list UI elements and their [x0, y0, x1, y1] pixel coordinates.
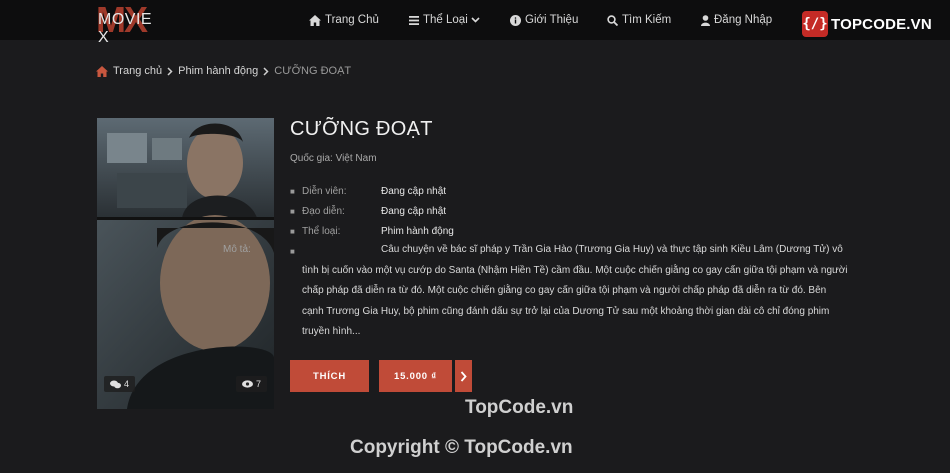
nav-label-categories: Thể Loại	[423, 14, 468, 26]
nav-item-search[interactable]: Tìm Kiếm	[607, 0, 671, 40]
movie-description: Mô tả: Câu chuyện về bác sĩ pháp y Trần …	[223, 240, 850, 343]
detail-label: Thể loại:	[302, 226, 341, 237]
views-count: 7	[255, 379, 261, 389]
breadcrumb-home[interactable]: Trang chủ	[113, 65, 162, 77]
detail-value: Đang cập nhật	[381, 206, 447, 217]
comments-count: 4	[124, 379, 130, 389]
description-label: Mô tả:	[223, 244, 251, 255]
detail-row-genre: ■ Thể loại: Phim hành động	[290, 222, 850, 242]
description-text: Câu chuyện về bác sĩ pháp y Trần Gia Hào…	[302, 244, 848, 337]
next-button[interactable]	[455, 360, 472, 392]
chevron-down-icon	[471, 17, 480, 23]
brand-text: TOPCODE.VN	[831, 15, 932, 33]
watermark-copyright: Copyright © TopCode.vn	[350, 437, 573, 458]
detail-label: Diễn viên:	[302, 186, 347, 197]
comments-count-badge: 4	[104, 376, 136, 392]
detail-row-cast: ■ Diễn viên: Đang cập nhật	[290, 182, 850, 202]
site-logo[interactable]: MX MOVIE X	[96, 0, 162, 46]
poster-image	[97, 118, 274, 409]
price-button[interactable]: 15.000 ₫	[379, 360, 452, 392]
breadcrumb-category[interactable]: Phim hành động	[178, 65, 258, 77]
nav-label-search: Tìm Kiếm	[622, 14, 672, 26]
breadcrumb: Trang chủ Phim hành động CƯỠNG ĐOẠT	[96, 65, 351, 77]
chevron-right-icon	[167, 66, 173, 76]
movie-country: Quốc gia: Việt Nam	[290, 153, 377, 164]
home-icon	[309, 14, 321, 26]
chevron-right-icon	[460, 370, 467, 382]
search-icon	[607, 14, 618, 26]
movie-title: CƯỠNG ĐOẠT	[290, 118, 433, 140]
bullet-icon: ■	[290, 247, 295, 256]
bullet-icon: ■	[290, 187, 295, 196]
views-count-badge: 7	[235, 376, 267, 392]
bullet-icon: ■	[290, 207, 295, 216]
info-icon	[510, 14, 521, 26]
list-icon	[409, 15, 419, 25]
nav-item-about[interactable]: Giới Thiệu	[510, 0, 578, 40]
detail-value: Đang cập nhật	[381, 186, 447, 197]
nav-item-categories[interactable]: Thể Loại	[409, 0, 480, 40]
watermark-site: TopCode.vn	[465, 397, 574, 418]
nav-label-home: Trang Chủ	[325, 14, 379, 26]
nav-label-login: Đăng Nhập	[714, 14, 773, 26]
detail-row-director: ■ Đạo diễn: Đang cập nhật	[290, 202, 850, 222]
nav-item-home[interactable]: Trang Chủ	[309, 0, 379, 40]
nav-item-login[interactable]: Đăng Nhập	[701, 0, 772, 40]
breadcrumb-current: CƯỠNG ĐOẠT	[274, 65, 352, 77]
movie-poster[interactable]: 4 7	[97, 118, 274, 409]
detail-value: Phim hành động	[381, 226, 454, 237]
eye-icon	[241, 380, 253, 388]
logo-text: MOVIE X	[98, 11, 153, 46]
bullet-icon: ■	[290, 227, 295, 236]
like-button[interactable]: THÍCH	[290, 360, 369, 392]
chevron-right-icon	[263, 66, 269, 76]
breadcrumb-home-icon	[96, 65, 108, 77]
top-navigation-bar: MX MOVIE X Trang Chủ Thể Loại Giới Thiệu…	[0, 0, 950, 46]
user-icon	[701, 14, 710, 26]
nav-label-about: Giới Thiệu	[525, 14, 579, 26]
detail-label: Đạo diễn:	[302, 206, 345, 217]
code-brackets-icon: {/}	[802, 11, 828, 37]
topcode-brand: {/} TOPCODE.VN	[802, 10, 932, 38]
comments-icon	[110, 380, 121, 388]
